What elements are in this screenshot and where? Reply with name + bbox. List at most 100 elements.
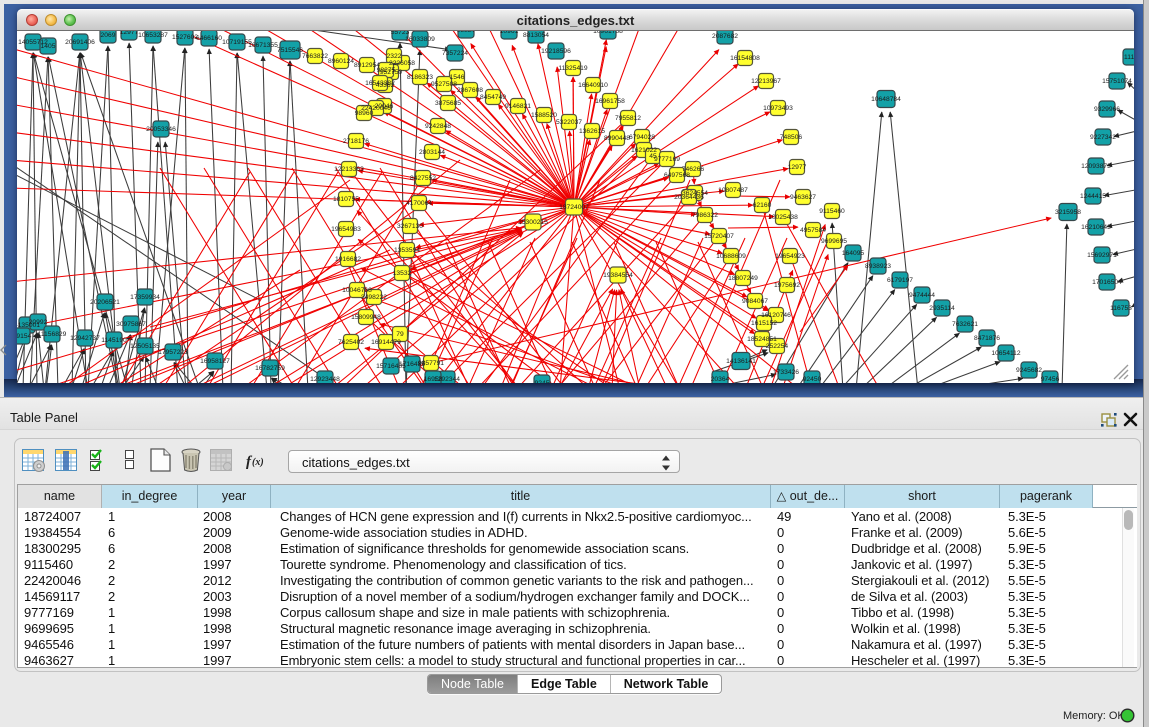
svg-text:16543382: 16543382 — [365, 80, 395, 87]
svg-text:9115460: 9115460 — [819, 208, 845, 215]
svg-text:16210643: 16210643 — [1081, 224, 1111, 231]
svg-text:95827: 95827 — [457, 31, 476, 34]
svg-text:8938923: 8938923 — [865, 263, 891, 270]
svg-text:10688609: 10688609 — [716, 253, 746, 260]
svg-text:1546: 1546 — [450, 74, 465, 81]
svg-text:3875685: 3875685 — [435, 100, 461, 107]
svg-text:19218596: 19218596 — [541, 48, 571, 55]
svg-text:2803144: 2803144 — [419, 149, 445, 156]
svg-text:25300215: 25300215 — [518, 219, 548, 226]
svg-text:1615152: 1615152 — [751, 320, 777, 327]
svg-text:3267130: 3267130 — [397, 223, 423, 230]
svg-text:12923448: 12923448 — [310, 376, 340, 383]
svg-text:12213363: 12213363 — [334, 166, 364, 173]
svg-text:9699695: 9699695 — [821, 238, 847, 245]
svg-text:9227342: 9227342 — [1090, 134, 1116, 141]
svg-text:39154: 39154 — [17, 333, 32, 340]
svg-text:16914479: 16914479 — [371, 339, 401, 346]
svg-text:3215958: 3215958 — [1055, 209, 1081, 216]
svg-text:1588520: 1588520 — [531, 112, 557, 119]
svg-text:12977: 12977 — [120, 31, 139, 36]
svg-text:79: 79 — [396, 331, 404, 338]
svg-text:8813054: 8813054 — [523, 32, 549, 39]
svg-text:15692971: 15692971 — [1087, 252, 1117, 259]
svg-text:6466160: 6466160 — [196, 35, 222, 42]
svg-text:1362615: 1362615 — [579, 128, 605, 135]
svg-text:9245: 9245 — [535, 380, 550, 383]
svg-text:9084067: 9084067 — [742, 298, 768, 305]
svg-text:1975692: 1975692 — [774, 282, 800, 289]
svg-text:18807249: 18807249 — [728, 275, 758, 282]
svg-text:748506: 748506 — [780, 134, 803, 141]
svg-text:18724007: 18724007 — [559, 204, 589, 211]
svg-text:164095: 164095 — [842, 250, 865, 257]
svg-text:16154808: 16154808 — [730, 55, 760, 62]
svg-text:7625402: 7625402 — [338, 339, 364, 346]
svg-text:3498222: 3498222 — [361, 294, 387, 301]
svg-text:10046768: 10046768 — [342, 287, 372, 294]
svg-text:17957223: 17957223 — [158, 349, 188, 356]
svg-text:12093873: 12093873 — [1081, 163, 1111, 170]
svg-text:(x): (x) — [252, 457, 264, 468]
svg-text:11156829: 11156829 — [38, 331, 67, 338]
svg-text:10025438: 10025438 — [768, 214, 798, 221]
svg-text:8186323: 8186323 — [407, 74, 433, 81]
svg-text:2069: 2069 — [101, 32, 116, 39]
svg-text:1244415: 1244415 — [1080, 193, 1106, 200]
svg-text:7663822: 7663822 — [302, 53, 328, 60]
svg-text:9777169: 9777169 — [654, 156, 680, 163]
svg-text:16961758: 16961758 — [595, 98, 625, 105]
svg-text:2226058: 2226058 — [389, 60, 415, 67]
svg-text:1810755: 1810755 — [333, 196, 359, 203]
svg-text:14136141: 14136141 — [726, 358, 756, 365]
svg-text:9146821: 9146821 — [505, 103, 531, 110]
svg-text:12977: 12977 — [788, 164, 807, 171]
svg-text:252254: 252254 — [766, 343, 789, 350]
svg-text:8454749: 8454749 — [480, 94, 506, 101]
svg-text:8960124: 8960124 — [328, 58, 354, 65]
svg-text:4957584: 4957584 — [800, 227, 826, 234]
svg-text:9527508: 9527508 — [431, 81, 457, 88]
svg-text:15720407: 15720407 — [704, 233, 734, 240]
svg-text:7986322: 7986322 — [692, 212, 718, 219]
svg-text:19384554: 19384554 — [603, 272, 633, 279]
svg-text:1353594: 1353594 — [394, 247, 420, 254]
svg-text:7955812: 7955812 — [615, 115, 641, 122]
svg-text:13532: 13532 — [393, 270, 412, 277]
svg-text:15751074: 15751074 — [1102, 78, 1132, 85]
svg-text:2322: 2322 — [387, 53, 402, 60]
svg-text:9474444: 9474444 — [909, 292, 935, 299]
svg-text:92450: 92450 — [803, 376, 822, 383]
svg-text:62160: 62160 — [753, 202, 772, 209]
svg-text:16120746: 16120746 — [761, 312, 791, 319]
svg-text:7632621: 7632621 — [952, 321, 978, 328]
svg-text:10961768: 10961768 — [593, 31, 623, 35]
svg-text:8471876: 8471876 — [974, 335, 1000, 342]
svg-text:9857791: 9857791 — [418, 360, 444, 367]
svg-text:8990448: 8990448 — [604, 135, 630, 142]
svg-text:11325419: 11325419 — [558, 65, 588, 72]
svg-text:1145190: 1145190 — [101, 337, 127, 344]
svg-text:20364436: 20364436 — [674, 194, 704, 201]
svg-text:20053346: 20053346 — [146, 126, 176, 133]
svg-text:9242848: 9242848 — [425, 123, 451, 130]
svg-text:12505135: 12505135 — [130, 343, 160, 350]
svg-text:6179197: 6179197 — [887, 277, 913, 284]
svg-text:5322037: 5322037 — [556, 119, 582, 126]
svg-text:10961: 10961 — [500, 31, 519, 35]
svg-text:12213967: 12213967 — [751, 78, 781, 85]
svg-text:98960: 98960 — [355, 110, 374, 117]
svg-text:4170064: 4170064 — [406, 200, 432, 207]
svg-text:20691406: 20691406 — [65, 39, 95, 46]
svg-text:12942737: 12942737 — [70, 335, 100, 342]
svg-text:1112: 1112 — [1124, 54, 1134, 61]
svg-text:7357224: 7357224 — [442, 50, 468, 57]
svg-text:2867608: 2867608 — [457, 87, 483, 94]
svg-text:18524851: 18524851 — [747, 336, 777, 343]
svg-text:1405: 1405 — [41, 43, 56, 50]
svg-text:10654112: 10654112 — [991, 350, 1021, 357]
svg-text:1527602: 1527602 — [172, 34, 198, 41]
svg-text:10807487: 10807487 — [718, 187, 748, 194]
svg-text:16640910: 16640910 — [578, 82, 608, 89]
svg-text:16958127: 16958127 — [200, 358, 230, 365]
